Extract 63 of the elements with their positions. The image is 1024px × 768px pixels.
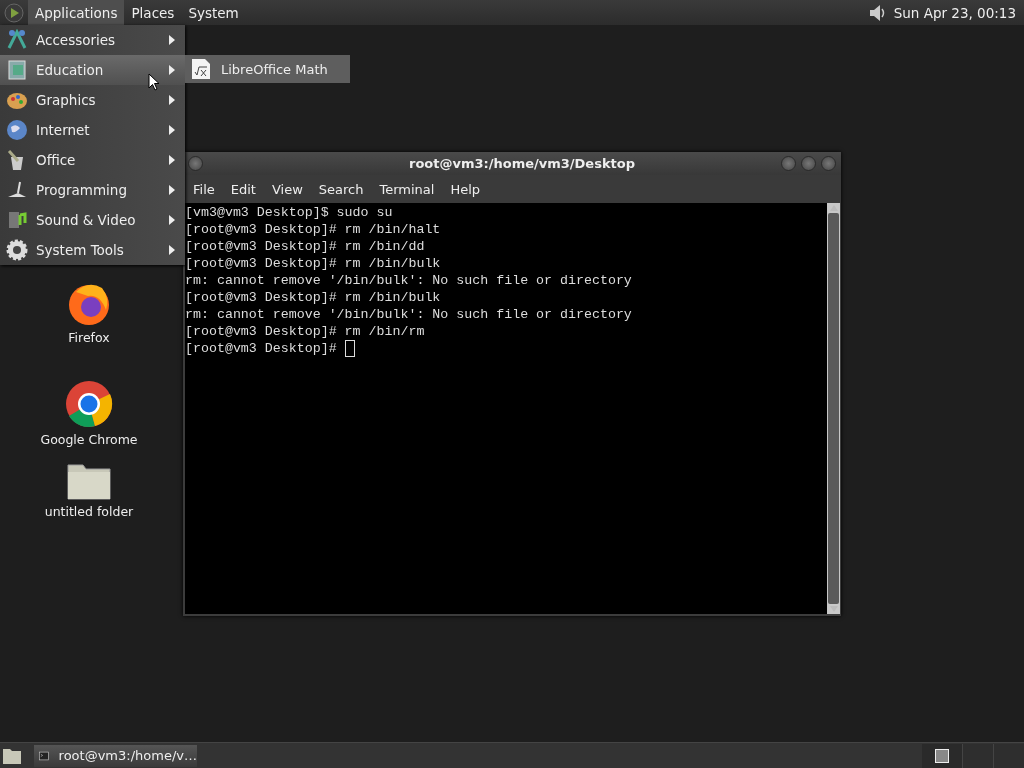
workspace-switcher[interactable] (922, 743, 962, 768)
terminal-line: rm: cannot remove '/bin/bulk': No such file or directory (185, 306, 633, 323)
folder-icon[interactable] (2, 746, 22, 765)
terminal-prompt: [root@vm3 Desktop]# (185, 340, 338, 357)
submenu-arrow-icon (169, 95, 175, 105)
desktop-icon-label[interactable]: Google Chrome (40, 432, 138, 447)
play-icon[interactable] (4, 2, 24, 23)
terminal-line: [vm3@vm3 Desktop]$ sudo su (185, 204, 394, 221)
menu-item[interactable]: Programming (0, 175, 185, 205)
terminal-line: rm: cannot remove '/bin/bulk': No such file or directory (185, 272, 633, 289)
minimize-button[interactable] (781, 156, 796, 171)
menu-item[interactable]: System Tools (0, 235, 185, 265)
speaker-icon[interactable] (867, 2, 886, 23)
desktop-icon-label[interactable]: untitled folder (44, 504, 134, 519)
panel-menu[interactable]: System (181, 0, 246, 25)
terminal-line: [root@vm3 Desktop]# rm /bin/bulk (185, 255, 442, 272)
terminal-icon (39, 748, 49, 763)
menu-item[interactable]: Accessories (0, 25, 185, 55)
workspace-cell[interactable] (993, 743, 1024, 768)
scissors-icon (6, 29, 28, 51)
window-thumbnail[interactable] (935, 748, 949, 763)
folder-icon[interactable] (67, 462, 111, 500)
panel-menu[interactable]: Places (124, 0, 182, 25)
gear-icon (6, 239, 28, 261)
menu-item[interactable]: File (187, 177, 221, 201)
clock[interactable]: Sun Apr 23, 00:13 (893, 4, 1016, 21)
submenu-arrow-icon (169, 215, 175, 225)
submenu-arrow-icon (169, 245, 175, 255)
workspace-cell[interactable] (962, 743, 993, 768)
menu-item[interactable]: Terminal (373, 177, 441, 201)
window-title: root@vm3:/home/vm3/Desktop (407, 156, 637, 171)
panel-menu[interactable]: Applications (28, 0, 125, 25)
submenu-arrow-icon (169, 65, 175, 75)
menu-item[interactable]: Office (0, 145, 185, 175)
menu-item[interactable]: Search (312, 177, 370, 201)
menu-item[interactable]: Internet (0, 115, 185, 145)
submenu-arrow-icon (169, 125, 175, 135)
terminal-line: [root@vm3 Desktop]# rm /bin/bulk (185, 289, 442, 306)
terminal-line: [root@vm3 Desktop]# rm /bin/halt (185, 221, 442, 238)
scrollbar[interactable] (827, 203, 840, 614)
taskbar-button[interactable]: root@vm3:/home/v… (34, 744, 197, 767)
terminal-line: [root@vm3 Desktop]# rm /bin/rm (185, 323, 426, 340)
scroll-thumb[interactable] (828, 213, 839, 604)
desktop-icon-label[interactable]: Firefox (68, 330, 110, 345)
mouse-pointer-icon (148, 73, 160, 91)
menu-item[interactable]: Education (0, 55, 185, 85)
close-button[interactable] (821, 156, 836, 171)
formula-icon (191, 58, 211, 80)
submenu-arrow-icon (169, 155, 175, 165)
text-cursor (344, 340, 355, 357)
submenu-arrow-icon (169, 185, 175, 195)
submenu-arrow-icon (169, 35, 175, 45)
maximize-button[interactable] (801, 156, 816, 171)
menu-item[interactable]: View (265, 177, 309, 201)
terminal-line: [root@vm3 Desktop]# rm /bin/dd (185, 238, 426, 255)
globe-icon (6, 119, 28, 141)
menu-item[interactable]: LibreOffice Math (185, 55, 350, 83)
menu-item[interactable]: Sound & Video (0, 205, 185, 235)
menu-item[interactable]: Edit (224, 177, 262, 201)
window-menu-button[interactable] (188, 156, 203, 171)
menu-item[interactable]: Graphics (0, 85, 185, 115)
ring-icon[interactable] (65, 380, 113, 428)
menu-item[interactable]: Help (444, 177, 487, 201)
